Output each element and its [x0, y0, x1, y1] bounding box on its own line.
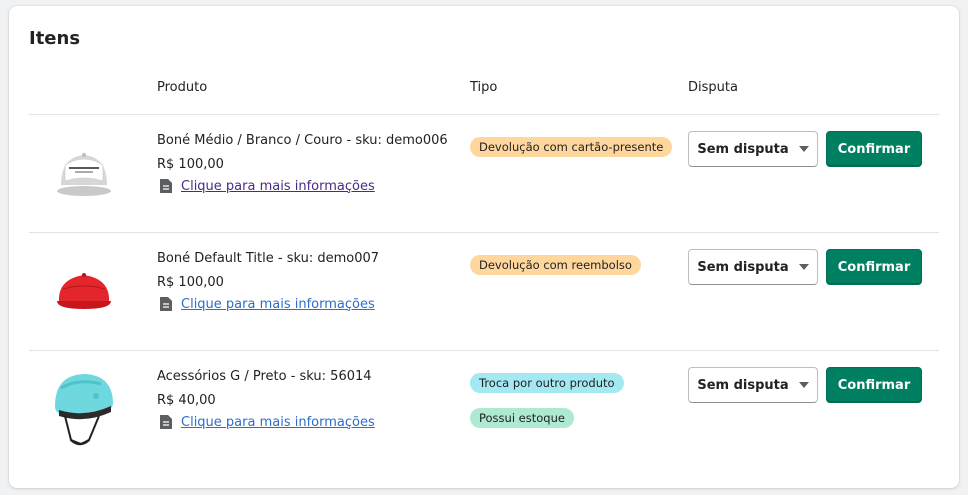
more-info: Clique para mais informações: [159, 178, 375, 194]
red-cap-image: [57, 273, 111, 309]
dispute-select[interactable]: Sem disputa: [688, 131, 818, 167]
more-info-link[interactable]: Clique para mais informações: [181, 415, 375, 430]
table-row: Acessórios G / Preto - sku: 56014 R$ 40,…: [29, 351, 939, 468]
return-type-badge: Devolução com cartão-presente: [470, 137, 673, 157]
document-icon: [160, 297, 172, 311]
teal-helmet-image: [55, 374, 113, 446]
caret-down-icon: [798, 264, 809, 270]
caret-down-icon: [798, 382, 809, 388]
product-price: R$ 100,00: [157, 275, 224, 290]
dispute-select-value: Sem disputa: [697, 377, 789, 393]
product-price: R$ 40,00: [157, 393, 216, 408]
return-type-badge: Troca por outro produto: [470, 373, 624, 393]
dispute-select[interactable]: Sem disputa: [688, 367, 818, 403]
dispute-select[interactable]: Sem disputa: [688, 249, 818, 285]
product-thumbnail: [47, 365, 121, 451]
column-header-product: Produto: [157, 80, 208, 95]
confirm-button[interactable]: Confirmar: [826, 131, 922, 167]
product-name: Boné Default Title - sku: demo007: [157, 251, 380, 266]
product-thumbnail: [47, 135, 121, 209]
stock-status-badge: Possui estoque: [470, 408, 574, 428]
product-name: Boné Médio / Branco / Couro - sku: demo0…: [157, 133, 448, 148]
document-icon: [160, 415, 172, 429]
document-icon: [160, 179, 172, 193]
dispute-select-value: Sem disputa: [697, 141, 789, 157]
table-row: Boné Default Title - sku: demo007 R$ 100…: [29, 233, 939, 350]
confirm-button[interactable]: Confirmar: [826, 367, 922, 403]
white-cap-image: [57, 153, 111, 196]
more-info-link[interactable]: Clique para mais informações: [181, 297, 375, 312]
column-header-dispute: Disputa: [688, 80, 738, 95]
product-name: Acessórios G / Preto - sku: 56014: [157, 369, 372, 384]
caret-down-icon: [798, 146, 809, 152]
items-card: Itens Produto Tipo Disputa Boné Médio / …: [9, 6, 959, 488]
column-header-type: Tipo: [470, 80, 498, 95]
section-title: Itens: [29, 28, 81, 49]
table-row: Boné Médio / Branco / Couro - sku: demo0…: [29, 115, 939, 232]
dispute-select-value: Sem disputa: [697, 259, 789, 275]
more-info: Clique para mais informações: [159, 414, 375, 430]
confirm-button[interactable]: Confirmar: [826, 249, 922, 285]
product-price: R$ 100,00: [157, 157, 224, 172]
more-info: Clique para mais informações: [159, 296, 375, 312]
product-thumbnail: [47, 253, 121, 327]
more-info-link[interactable]: Clique para mais informações: [181, 179, 375, 194]
return-type-badge: Devolução com reembolso: [470, 255, 641, 275]
